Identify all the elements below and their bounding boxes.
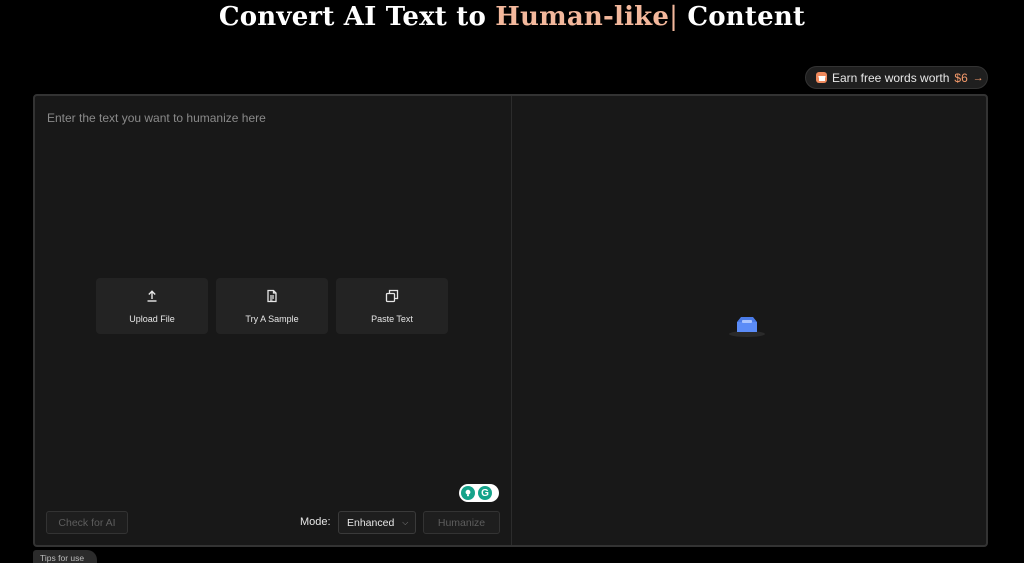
upload-icon [145, 289, 159, 305]
text-input-area[interactable]: Enter the text you want to humanize here [47, 111, 266, 125]
earn-amount: $6 [954, 70, 968, 85]
title-start: Convert AI Text to [218, 2, 496, 32]
paste-text-label: Paste Text [371, 313, 413, 324]
panel-divider [511, 96, 512, 545]
page-title: Convert AI Text to Human-like| Content [0, 2, 1024, 32]
paste-text-button[interactable]: Paste Text [336, 278, 448, 334]
earn-label: Earn free words worth [832, 70, 950, 85]
grammarly-icon: G [478, 486, 492, 500]
mode-select[interactable]: Enhanced ⌵ [338, 511, 416, 534]
mode-value: Enhanced [347, 516, 395, 529]
humanizer-panel: Enter the text you want to humanize here… [33, 94, 988, 547]
title-highlight: Human-like [495, 2, 670, 32]
gift-icon [816, 72, 827, 83]
lightbulb-icon [461, 486, 475, 500]
grammarly-widget[interactable]: G [459, 484, 499, 502]
title-end: Content [678, 2, 806, 32]
upload-file-label: Upload File [129, 313, 175, 324]
document-icon [265, 289, 279, 305]
tips-for-use-tab[interactable]: Tips for use [33, 550, 97, 563]
try-sample-button[interactable]: Try A Sample [216, 278, 328, 334]
empty-inbox-icon [727, 314, 767, 338]
check-for-ai-button[interactable]: Check for AI [46, 511, 128, 534]
chevron-down-icon: ⌵ [402, 517, 409, 527]
copy-icon [385, 289, 399, 305]
title-caret: | [669, 2, 679, 32]
humanize-button[interactable]: Humanize [423, 511, 500, 534]
try-sample-label: Try A Sample [245, 313, 299, 324]
mode-label: Mode: [300, 516, 331, 528]
upload-file-button[interactable]: Upload File [96, 278, 208, 334]
earn-free-words-button[interactable]: Earn free words worth $6 → [805, 66, 988, 89]
arrow-right-icon: → [972, 71, 984, 84]
